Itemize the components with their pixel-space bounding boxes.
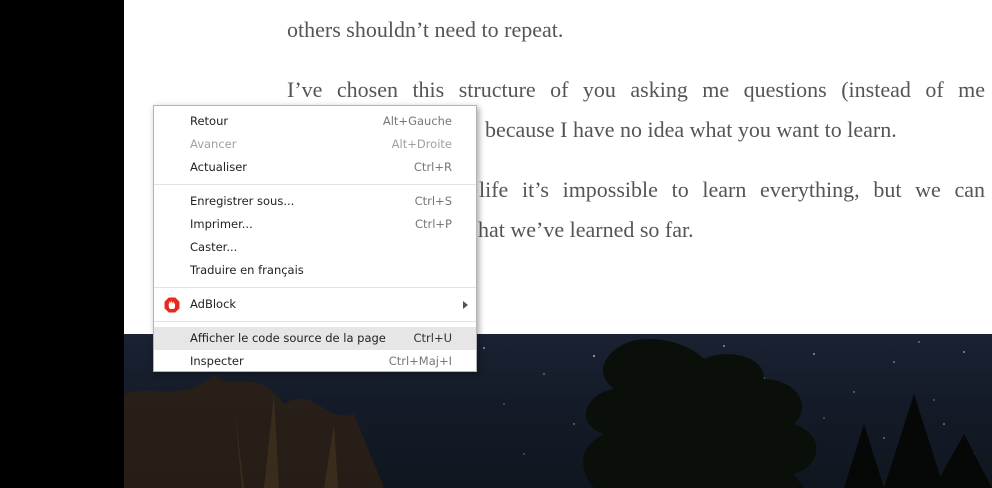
menu-item-shortcut: Ctrl+S [414,194,452,208]
menu-item-shortcut: Ctrl+R [413,160,452,174]
menu-item-afficher-le-code-source-de-la-page[interactable]: Afficher le code source de la page Ctrl+U [154,327,476,350]
paragraph-line: I’ve chosen this structure of you asking… [287,77,985,102]
menu-item-label: AdBlock [190,297,237,311]
menu-item-shortcut: Alt+Gauche [382,114,452,128]
menu-item-avancer: Avancer Alt+Droite [154,133,476,156]
menu-item-label: Inspecter [190,354,244,368]
menu-item-label: Enregistrer sous... [190,194,295,208]
menu-item-shortcut: Ctrl+U [413,331,452,345]
menu-item-label: Imprimer... [190,217,253,231]
menu-item-label: Actualiser [190,160,248,174]
menu-item-caster[interactable]: Caster... [154,236,476,259]
menu-item-label: Caster... [190,240,238,254]
menu-separator [154,321,476,322]
paragraph-1: others shouldn’t need to repeat. [287,10,985,50]
menu-item-inspecter[interactable]: Inspecter Ctrl+Maj+I [154,350,476,373]
menu-item-traduire-en-francais[interactable]: Traduire en français [154,259,476,282]
menu-item-imprimer[interactable]: Imprimer... Ctrl+P [154,213,476,236]
menu-item-shortcut: Ctrl+P [414,217,452,231]
menu-item-enregistrer-sous[interactable]: Enregistrer sous... Ctrl+S [154,190,476,213]
menu-item-label: Traduire en français [190,263,304,277]
menu-item-label: Retour [190,114,229,128]
menu-separator [154,184,476,185]
menu-item-shortcut: Ctrl+Maj+I [388,354,452,368]
menu-item-label: Afficher le code source de la page [190,331,386,345]
menu-separator [154,287,476,288]
paragraph-line: others shouldn’t need to repeat. [287,17,564,42]
submenu-arrow-icon [463,301,468,309]
menu-item-shortcut: Alt+Droite [391,137,452,151]
context-menu: Retour Alt+Gauche Avancer Alt+Droite Actuali… [153,105,477,372]
menu-item-retour[interactable]: Retour Alt+Gauche [154,110,476,133]
adblock-icon [164,297,180,313]
menu-item-adblock[interactable]: AdBlock [154,293,476,316]
menu-item-label: Avancer [190,137,237,151]
menu-item-actualiser[interactable]: Actualiser Ctrl+R [154,156,476,179]
